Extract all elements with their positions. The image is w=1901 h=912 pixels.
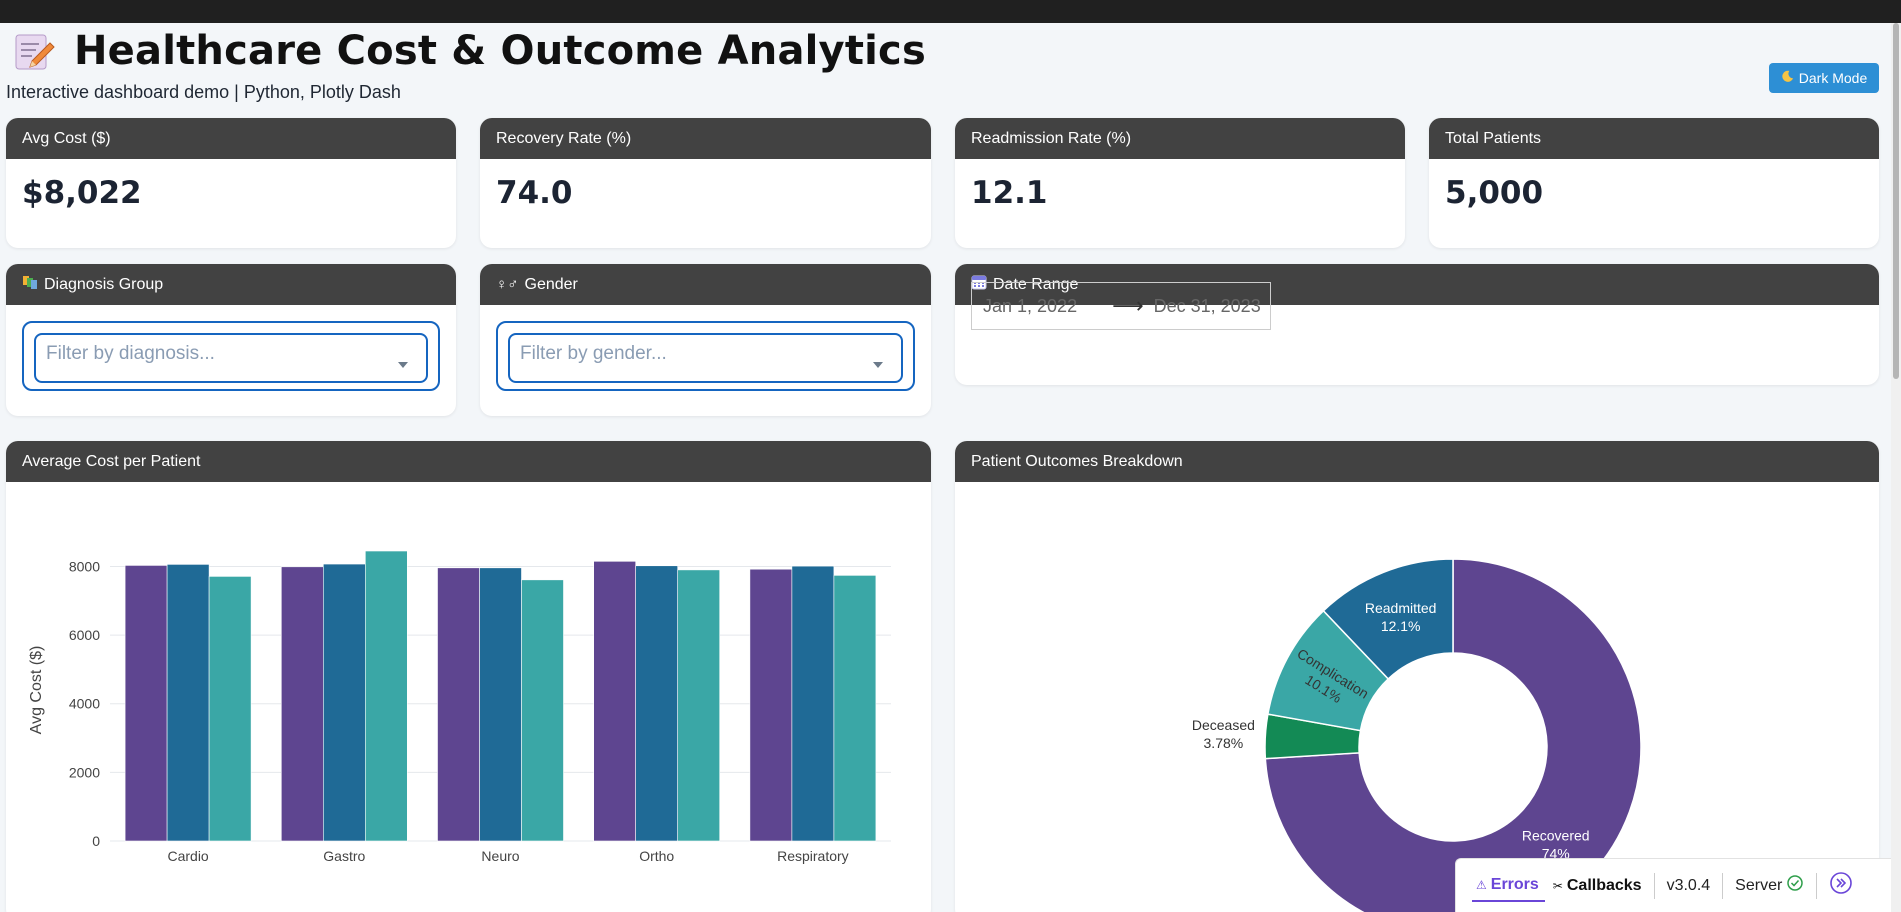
folder-icon	[22, 274, 38, 295]
dark-mode-button[interactable]: Dark Mode	[1769, 63, 1879, 93]
server-label: Server	[1735, 876, 1783, 894]
kpi-header: Readmission Rate (%)	[955, 118, 1405, 159]
chart-header: Patient Outcomes Breakdown	[955, 441, 1879, 482]
chevron-down-icon[interactable]	[873, 362, 883, 368]
bar	[124, 565, 168, 842]
callbacks-tab[interactable]: ✂ Callbacks	[1553, 877, 1642, 895]
kpi-value: $8,022	[22, 175, 142, 211]
diagnosis-placeholder: Filter by diagnosis...	[46, 343, 215, 364]
x-tick-label: Gastro	[323, 848, 365, 864]
check-circle-icon	[1786, 874, 1804, 897]
bar-chart[interactable]: 0 2000 4000 6000 8000 Cardio Gastro Neuro Ortho R…	[6, 482, 931, 912]
y-tick-label: 8000	[69, 558, 100, 574]
end-date-input[interactable]: Dec 31, 2023	[1154, 296, 1261, 317]
x-tick-label: Respiratory	[777, 848, 849, 864]
filter-label: Diagnosis Group	[44, 275, 164, 293]
filter-header: Diagnosis Group	[6, 264, 456, 305]
page-scrollbar[interactable]	[1891, 23, 1901, 912]
y-tick-label: 2000	[69, 764, 100, 780]
dark-mode-label: Dark Mode	[1798, 70, 1868, 86]
callbacks-icon: ✂	[1552, 878, 1563, 893]
x-tick-label: Ortho	[639, 848, 674, 864]
filter-label: Gender	[524, 275, 578, 293]
kpi-header: Avg Cost ($)	[6, 118, 456, 159]
bar	[635, 565, 679, 842]
gender-dropdown-wrapper: Filter by gender...	[496, 321, 915, 391]
start-date-input[interactable]: Jan 1, 2022	[972, 296, 1077, 317]
bar	[677, 569, 721, 842]
bar	[437, 567, 480, 842]
errors-label: Errors	[1490, 875, 1539, 893]
bar	[208, 576, 252, 842]
chevron-down-icon[interactable]	[398, 362, 408, 368]
bar	[166, 564, 210, 842]
y-axis-label: Avg Cost ($)	[28, 646, 45, 735]
scrollbar-thumb[interactable]	[1893, 23, 1899, 379]
bar	[280, 566, 324, 842]
page-subtitle: Interactive dashboard demo | Python, Plo…	[6, 82, 401, 102]
arrow-right-icon: ⟶	[1112, 293, 1144, 318]
kpi-card-recovery-rate: Recovery Rate (%) 74.0	[480, 118, 931, 248]
gender-icon: ♀♂	[496, 276, 519, 293]
page-header: Healthcare Cost & Outcome Analytics	[12, 28, 926, 74]
donut-chart[interactable]: Recovered74%Deceased3.78%Complication10.…	[955, 482, 1879, 912]
memo-icon	[12, 29, 56, 73]
y-tick-label: 0	[92, 833, 100, 849]
slice-label: Readmitted	[1365, 600, 1437, 616]
errors-tab[interactable]: ⚠ Errors	[1472, 870, 1545, 902]
server-status: Server	[1735, 874, 1804, 897]
warning-icon: ⚠	[1476, 877, 1487, 892]
divider	[1722, 872, 1724, 899]
version-label: v3.0.4	[1666, 876, 1711, 894]
bar	[791, 565, 835, 842]
kpi-card-avg-cost: Avg Cost ($) $8,022	[6, 118, 456, 248]
kpi-card-total-patients: Total Patients 5,000	[1429, 118, 1879, 248]
collapse-icon[interactable]	[1829, 871, 1853, 900]
dash-debug-bar: ⚠ Errors ✂ Callbacks v3.0.4 Server	[1455, 858, 1901, 912]
browser-top-bar	[0, 0, 1901, 23]
divider	[1653, 872, 1655, 899]
bar	[749, 568, 793, 842]
diagnosis-dropdown-wrapper: Filter by diagnosis...	[22, 321, 440, 391]
y-tick-label: 6000	[69, 627, 100, 643]
gender-dropdown[interactable]: Filter by gender...	[508, 333, 903, 383]
bar	[479, 567, 522, 842]
slice-label: Deceased	[1192, 717, 1255, 733]
bar	[521, 579, 564, 842]
diagnosis-filter-card: Diagnosis Group Filter by diagnosis...	[6, 264, 456, 416]
bar	[833, 575, 877, 842]
kpi-value: 5,000	[1445, 175, 1544, 211]
pie-chart-card: Patient Outcomes Breakdown Recovered 74% D…	[955, 441, 1879, 912]
date-range-picker: Jan 1, 2022 ⟶ Dec 31, 2023	[971, 282, 1271, 330]
filter-header: ♀♂ Gender	[480, 264, 931, 305]
y-tick-label: 4000	[69, 696, 100, 712]
chart-header: Average Cost per Patient	[6, 441, 931, 482]
bar	[364, 550, 408, 842]
bar	[322, 563, 366, 842]
gender-placeholder: Filter by gender...	[520, 343, 667, 364]
slice-percent: 3.78%	[1204, 735, 1244, 751]
bar-chart-card: Average Cost per Patient 0 2000 4000 6000 80…	[6, 441, 931, 912]
moon-icon	[1781, 70, 1794, 86]
x-tick-label: Neuro	[481, 848, 519, 864]
bar	[593, 561, 637, 842]
divider	[1816, 872, 1818, 899]
gender-filter-card: ♀♂ Gender Filter by gender...	[480, 264, 931, 416]
date-range-card: Date Range Jan 1, 2022 ⟶ Dec 31, 2023	[955, 264, 1879, 385]
callbacks-label: Callbacks	[1566, 876, 1642, 894]
diagnosis-dropdown[interactable]: Filter by diagnosis...	[34, 333, 428, 383]
kpi-value: 74.0	[496, 175, 573, 211]
kpi-header: Recovery Rate (%)	[480, 118, 931, 159]
slice-percent: 12.1%	[1381, 618, 1421, 634]
kpi-card-readmission-rate: Readmission Rate (%) 12.1	[955, 118, 1405, 248]
x-tick-label: Cardio	[167, 848, 208, 864]
kpi-header: Total Patients	[1429, 118, 1879, 159]
slice-label: Recovered	[1522, 828, 1590, 844]
page-title: Healthcare Cost & Outcome Analytics	[74, 28, 926, 74]
kpi-value: 12.1	[971, 175, 1048, 211]
